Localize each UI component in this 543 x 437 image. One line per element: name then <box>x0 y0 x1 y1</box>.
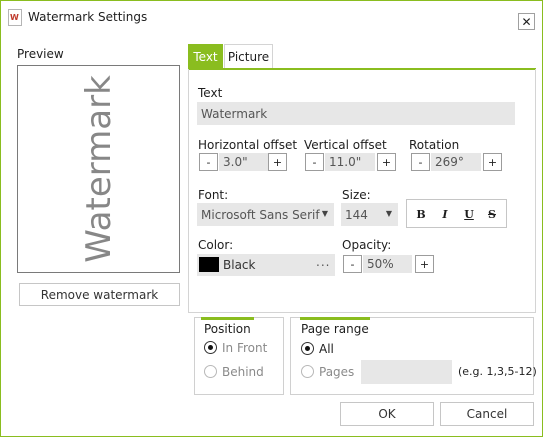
strikethrough-button[interactable]: S <box>485 207 499 221</box>
page-range-all-label: All <box>319 342 334 356</box>
color-value: Black <box>223 258 256 272</box>
document-icon <box>8 9 22 26</box>
window-title: Watermark Settings <box>28 10 148 24</box>
size-select[interactable]: 144 ▼ <box>341 203 398 226</box>
position-accent-bar <box>201 317 254 320</box>
horizontal-offset-increment[interactable]: + <box>268 153 287 171</box>
opacity-increment[interactable]: + <box>415 255 434 273</box>
horizontal-offset-input[interactable]: 3.0" <box>219 153 268 171</box>
watermark-settings-dialog: Watermark Settings ✕ Preview Watermark R… <box>0 0 543 437</box>
font-label: Font: <box>198 188 229 202</box>
font-select-value: Microsoft Sans Serif <box>201 207 320 222</box>
font-select[interactable]: Microsoft Sans Serif ▼ <box>197 203 334 226</box>
preview-watermark-text: Watermark <box>78 75 119 263</box>
vertical-offset-input[interactable]: 11.0" <box>325 153 375 171</box>
remove-watermark-button[interactable]: Remove watermark <box>19 283 180 306</box>
italic-button[interactable]: I <box>438 207 452 221</box>
opacity-decrement[interactable]: - <box>343 255 362 273</box>
vertical-offset-decrement[interactable]: - <box>305 153 324 171</box>
rotation-decrement[interactable]: - <box>411 153 430 171</box>
rotation-increment[interactable]: + <box>483 153 502 171</box>
watermark-text-input[interactable]: Watermark <box>197 102 515 125</box>
preview-label: Preview <box>17 47 64 61</box>
page-range-all-radio[interactable] <box>301 342 314 355</box>
vertical-offset-label: Vertical offset <box>304 138 387 152</box>
position-label: Position <box>204 322 251 336</box>
size-label: Size: <box>342 188 371 202</box>
vertical-offset-increment[interactable]: + <box>377 153 396 171</box>
text-label: Text <box>198 86 223 100</box>
position-in-front-label: In Front <box>222 341 268 355</box>
close-icon: ✕ <box>521 14 532 29</box>
opacity-input[interactable]: 50% <box>363 255 412 273</box>
pages-input[interactable] <box>361 360 452 384</box>
preview-box: Watermark <box>17 65 180 273</box>
chevron-down-icon: ▼ <box>385 209 392 218</box>
page-range-pages-radio[interactable] <box>301 365 314 378</box>
color-more-button[interactable]: ... <box>316 255 330 269</box>
underline-button[interactable]: U <box>462 207 476 221</box>
ok-button[interactable]: OK <box>340 402 434 426</box>
size-select-value: 144 <box>345 207 368 222</box>
rotation-input[interactable]: 269° <box>431 153 481 171</box>
color-label: Color: <box>198 238 234 252</box>
horizontal-offset-decrement[interactable]: - <box>199 153 218 171</box>
position-in-front-radio[interactable] <box>204 341 217 354</box>
horizontal-offset-label: Horizontal offset <box>198 138 298 152</box>
position-behind-radio[interactable] <box>204 365 217 378</box>
cancel-button[interactable]: Cancel <box>440 402 534 426</box>
page-range-hint: (e.g. 1,3,5-12) <box>458 365 537 378</box>
rotation-label: Rotation <box>409 138 460 152</box>
page-range-pages-label: Pages <box>319 365 355 379</box>
position-behind-label: Behind <box>222 365 264 379</box>
color-swatch <box>199 257 219 272</box>
bold-button[interactable]: B <box>414 207 428 221</box>
tab-picture[interactable]: Picture <box>224 44 273 69</box>
tab-text[interactable]: Text <box>188 44 223 69</box>
page-range-label: Page range <box>301 322 369 336</box>
page-range-accent-bar <box>300 317 370 320</box>
chevron-down-icon: ▼ <box>321 209 328 218</box>
opacity-label: Opacity: <box>342 238 392 252</box>
close-button[interactable]: ✕ <box>518 13 535 30</box>
